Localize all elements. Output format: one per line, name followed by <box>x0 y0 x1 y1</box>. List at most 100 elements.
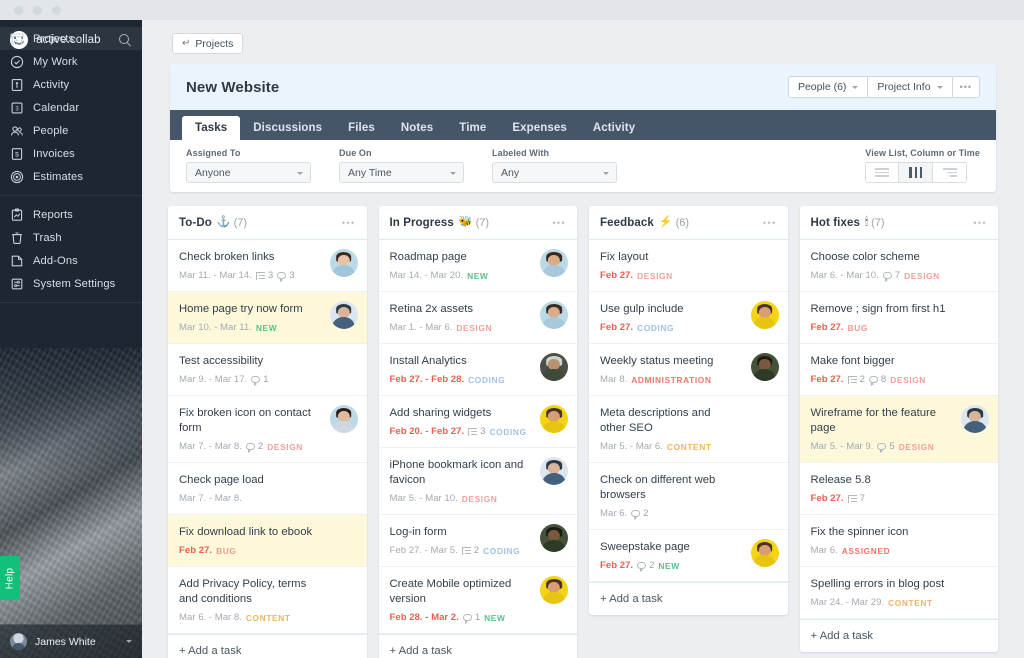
user-menu[interactable]: James White <box>0 624 142 658</box>
project-info-button[interactable]: Project Info <box>868 76 952 98</box>
task-date: Feb 27. <box>600 322 633 333</box>
assignee-avatar[interactable] <box>751 539 779 567</box>
comment-count-value: 5 <box>889 441 894 452</box>
sidebar-item-reports[interactable]: Reports <box>0 203 142 226</box>
task-card[interactable]: Check page loadMar 7. - Mar 8. <box>168 463 367 515</box>
assignee-avatar[interactable] <box>961 405 989 433</box>
column-menu-icon[interactable]: ••• <box>552 218 566 228</box>
tab-expenses[interactable]: Expenses <box>499 116 580 140</box>
assignee-avatar[interactable] <box>330 405 358 433</box>
column-header: Hot fixes🕯(7)••• <box>800 206 999 240</box>
labeled-with-select[interactable]: Any <box>492 162 617 183</box>
sidebar-item-calendar[interactable]: 3 Calendar <box>0 96 142 119</box>
column-menu-icon[interactable]: ••• <box>342 218 356 228</box>
task-card[interactable]: Wireframe for the feature pageMar 5. - M… <box>800 396 999 463</box>
assignee-avatar[interactable] <box>540 249 568 277</box>
assignee-avatar[interactable] <box>330 301 358 329</box>
task-card[interactable]: Spelling errors in blog postMar 24. - Ma… <box>800 567 999 619</box>
task-card[interactable]: Fix download link to ebookFeb 27.BUG <box>168 515 367 567</box>
task-title: Add Privacy Policy, terms and conditions <box>179 577 356 607</box>
view-time-button[interactable] <box>933 162 967 183</box>
comment-count: 3 <box>277 270 294 281</box>
add-task-button[interactable]: + Add a task <box>379 634 578 658</box>
task-card[interactable]: Retina 2x assetsMar 1. - Mar 6.DESIGN <box>379 292 578 344</box>
task-meta: Mar 24. - Mar 29.CONTENT <box>811 597 988 608</box>
task-card[interactable]: Roadmap pageMar 14. - Mar 20.NEW <box>379 240 578 292</box>
breadcrumb-label: Projects <box>195 38 233 50</box>
task-date: Feb 27. - Mar 5. <box>390 545 458 556</box>
task-card[interactable]: Home page try now formMar 10. - Mar 11.N… <box>168 292 367 344</box>
comment-count-value: 3 <box>289 270 294 281</box>
task-meta: Feb 27. - Mar 5.2CODING <box>390 545 567 556</box>
task-card[interactable]: Use gulp includeFeb 27.CODING <box>589 292 788 344</box>
sidebar-item-my-work[interactable]: My Work <box>0 50 142 73</box>
tab-notes[interactable]: Notes <box>388 116 446 140</box>
tab-activity[interactable]: Activity <box>580 116 648 140</box>
task-card[interactable]: Add sharing widgetsFeb 20. - Feb 27.3COD… <box>379 396 578 448</box>
close-dot[interactable] <box>14 6 23 15</box>
task-card[interactable]: Install AnalyticsFeb 27. - Feb 28.CODING <box>379 344 578 396</box>
minimize-dot[interactable] <box>33 6 42 15</box>
comment-icon <box>631 510 640 518</box>
sidebar-item-activity[interactable]: Activity <box>0 73 142 96</box>
task-card[interactable]: Test accessibilityMar 9. - Mar 17.1 <box>168 344 367 396</box>
task-card[interactable]: Meta descriptions and other SEOMar 5. - … <box>589 396 788 463</box>
task-card[interactable]: Fix layoutFeb 27.DESIGN <box>589 240 788 292</box>
sidebar-item-invoices[interactable]: $ Invoices <box>0 142 142 165</box>
sidebar-item-projects[interactable]: Projects <box>0 27 142 50</box>
tab-bar: Tasks Discussions Files Notes Time Expen… <box>170 110 996 140</box>
task-card[interactable]: Add Privacy Policy, terms and conditions… <box>168 567 367 634</box>
task-card[interactable]: Check broken linksMar 11. - Mar 14.33 <box>168 240 367 292</box>
due-on-select[interactable]: Any Time <box>339 162 464 183</box>
task-card[interactable]: Weekly status meetingMar 8.ADMINISTRATIO… <box>589 344 788 396</box>
sidebar-item-label: My Work <box>33 56 78 68</box>
task-card[interactable]: iPhone bookmark icon and faviconMar 5. -… <box>379 448 578 515</box>
view-column-button[interactable] <box>899 162 933 183</box>
task-meta: Mar 14. - Mar 20.NEW <box>390 270 567 281</box>
view-list-button[interactable] <box>865 162 899 183</box>
people-button[interactable]: People (6) <box>788 76 868 98</box>
sidebar-item-trash[interactable]: Trash <box>0 226 142 249</box>
tab-tasks[interactable]: Tasks <box>182 116 240 140</box>
back-arrow-icon: ↵ <box>182 38 190 49</box>
task-card[interactable]: Remove ; sign from first h1Feb 27.BUG <box>800 292 999 344</box>
sidebar-item-people[interactable]: People <box>0 119 142 142</box>
assignee-avatar[interactable] <box>540 576 568 604</box>
sidebar-item-add-ons[interactable]: Add-Ons <box>0 249 142 272</box>
column-menu-icon[interactable]: ••• <box>973 218 987 228</box>
back-to-projects-button[interactable]: ↵ Projects <box>172 33 243 54</box>
maximize-dot[interactable] <box>52 6 61 15</box>
task-card[interactable]: Fix the spinner iconMar 6.ASSIGNED <box>800 515 999 567</box>
assignee-avatar[interactable] <box>540 524 568 552</box>
more-options-button[interactable]: ••• <box>953 76 980 98</box>
add-task-button[interactable]: + Add a task <box>800 619 999 652</box>
assignee-avatar[interactable] <box>540 457 568 485</box>
task-card[interactable]: Log-in formFeb 27. - Mar 5.2CODING <box>379 515 578 567</box>
sidebar-item-estimates[interactable]: Estimates <box>0 165 142 188</box>
tab-files[interactable]: Files <box>335 116 388 140</box>
add-task-button[interactable]: + Add a task <box>589 582 788 615</box>
assignee-avatar[interactable] <box>330 249 358 277</box>
task-card[interactable]: Fix broken icon on contact formMar 7. - … <box>168 396 367 463</box>
sidebar-item-system-settings[interactable]: System Settings <box>0 272 142 295</box>
task-card[interactable]: Check on different web browsersMar 6.2 <box>589 463 788 530</box>
assignee-avatar[interactable] <box>540 353 568 381</box>
assignee-avatar[interactable] <box>751 301 779 329</box>
task-card[interactable]: Sweepstake pageFeb 27.2NEW <box>589 530 788 582</box>
task-card[interactable]: Create Mobile optimized versionFeb 28. -… <box>379 567 578 634</box>
tab-discussions[interactable]: Discussions <box>240 116 335 140</box>
task-card[interactable]: Release 5.8Feb 27.7 <box>800 463 999 515</box>
task-card[interactable]: Make font biggerFeb 27.28DESIGN <box>800 344 999 396</box>
window-controls[interactable] <box>14 6 61 15</box>
column-menu-icon[interactable]: ••• <box>763 218 777 228</box>
assigned-to-select[interactable]: Anyone <box>186 162 311 183</box>
assignee-avatar[interactable] <box>540 301 568 329</box>
column-count: (7) <box>476 217 489 229</box>
activity-icon <box>10 78 24 92</box>
help-button[interactable]: Help <box>0 556 20 600</box>
add-task-button[interactable]: + Add a task <box>168 634 367 658</box>
task-card[interactable]: Choose color schemeMar 6. - Mar 10.7DESI… <box>800 240 999 292</box>
assignee-avatar[interactable] <box>540 405 568 433</box>
assignee-avatar[interactable] <box>751 353 779 381</box>
tab-time[interactable]: Time <box>446 116 499 140</box>
